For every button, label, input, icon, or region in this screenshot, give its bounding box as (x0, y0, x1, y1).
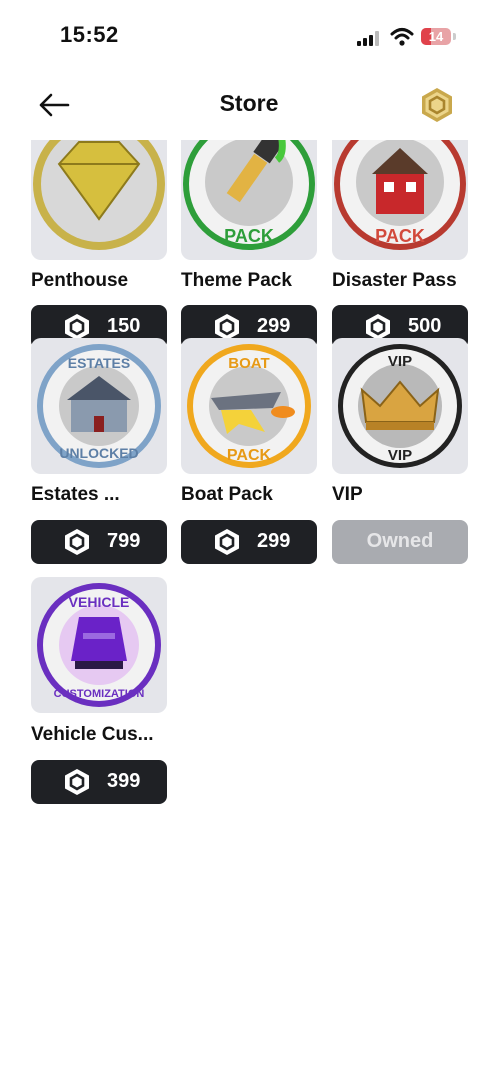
badge-text-bottom: CUSTOMIZATION (54, 688, 145, 700)
item-thumbnail[interactable]: BOAT PACK (181, 338, 317, 474)
badge-text-top: VIP (388, 353, 412, 370)
robux-icon (366, 314, 390, 340)
item-name: Theme Pack (181, 270, 292, 291)
robux-icon (215, 314, 239, 340)
boat-icon: BOAT PACK (187, 344, 311, 468)
item-thumbnail[interactable]: PACK (181, 140, 317, 260)
owned-button[interactable]: Owned (332, 520, 468, 564)
diamond-icon (33, 140, 165, 250)
badge-text-bottom: VIP (388, 447, 412, 464)
price-value: 500 (408, 315, 442, 337)
status-bar: 15:52 14 (0, 0, 498, 70)
badge-text-top: BOAT (228, 355, 269, 372)
crown-icon: VIP VIP (338, 344, 462, 468)
item-name: Estates ... (31, 484, 120, 505)
item-thumbnail[interactable]: VEHICLE CUSTOMIZATION (31, 577, 167, 713)
price-button[interactable]: 299 (181, 520, 317, 564)
price-value: 299 (257, 530, 291, 552)
wifi-icon (390, 28, 414, 46)
price-value: 399 (107, 770, 141, 792)
item-name: Vehicle Cus... (31, 724, 154, 745)
badge-text-bottom: PACK (227, 447, 272, 464)
robux-icon (215, 529, 239, 555)
store-grid: Penthouse 150 PACK Theme Pack 299 PACK D… (0, 140, 498, 840)
price-button[interactable]: 799 (31, 520, 167, 564)
badge-text-top: VEHICLE (69, 594, 130, 610)
price-value: 299 (257, 315, 291, 337)
car-icon: VEHICLE CUSTOMIZATION (37, 583, 161, 707)
battery-level: 14 (428, 29, 444, 44)
house-icon: PACK (334, 140, 466, 250)
item-name: Disaster Pass (332, 270, 457, 291)
status-time: 15:52 (60, 22, 119, 47)
estate-house-icon: ESTATES UNLOCKED (37, 344, 161, 468)
badge-text-bottom: UNLOCKED (59, 445, 138, 461)
price-button[interactable]: 399 (31, 760, 167, 804)
robux-coin-icon[interactable] (420, 87, 454, 123)
battery-indicator: 14 (421, 28, 451, 45)
item-thumbnail[interactable] (31, 140, 167, 260)
item-name: Penthouse (31, 270, 129, 291)
owned-label: Owned (366, 530, 434, 552)
robux-icon (65, 769, 89, 795)
store-header: Store (0, 70, 498, 140)
badge-text: PACK (224, 226, 274, 246)
badge-text: PACK (375, 226, 425, 246)
price-value: 799 (107, 530, 141, 552)
battery-tip (453, 33, 456, 40)
paintbrush-icon: PACK (183, 140, 315, 250)
price-value: 150 (107, 315, 141, 337)
robux-icon (65, 314, 89, 340)
item-name: VIP (332, 484, 363, 505)
item-thumbnail[interactable]: ESTATES UNLOCKED (31, 338, 167, 474)
cellular-signal-icon (357, 30, 381, 46)
robux-icon (65, 529, 89, 555)
item-thumbnail[interactable]: PACK (332, 140, 468, 260)
badge-text-top: ESTATES (68, 355, 131, 371)
item-thumbnail[interactable]: VIP VIP (332, 338, 468, 474)
item-name: Boat Pack (181, 484, 273, 505)
